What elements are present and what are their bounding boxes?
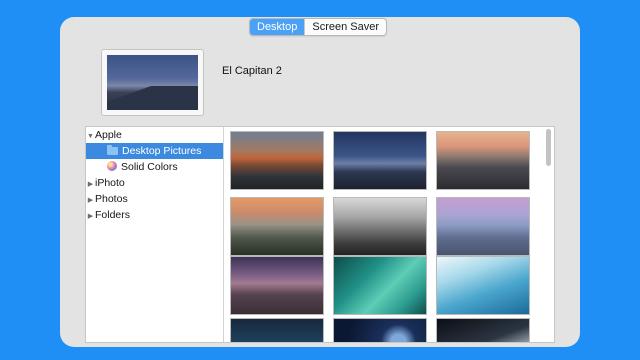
wallpaper-thumbnail[interactable] bbox=[230, 197, 324, 256]
wallpaper-thumbnail[interactable] bbox=[333, 131, 427, 190]
wallpaper-thumbnail[interactable] bbox=[230, 131, 324, 190]
folder-icon bbox=[107, 145, 118, 155]
sidebar-item-label: Photos bbox=[95, 193, 128, 205]
sidebar-item-label: iPhoto bbox=[95, 177, 125, 189]
current-wallpaper-preview bbox=[101, 49, 204, 116]
desktop-preferences-window: Desktop Screen Saver El Capitan 2 ▼Apple… bbox=[60, 17, 580, 347]
wallpaper-thumbnail[interactable] bbox=[333, 256, 427, 315]
sidebar-item-label: Desktop Pictures bbox=[122, 145, 202, 157]
sidebar-item-folders[interactable]: ▶ Folders bbox=[86, 207, 223, 223]
color-wheel-icon bbox=[107, 161, 117, 171]
sidebar-item-iphoto[interactable]: ▶ iPhoto bbox=[86, 175, 223, 191]
wallpaper-thumbnail[interactable] bbox=[230, 256, 324, 315]
sidebar-item-apple[interactable]: ▼Apple bbox=[86, 127, 223, 143]
sidebar-item-desktop-pictures[interactable]: Desktop Pictures bbox=[86, 143, 223, 159]
source-list: ▼Apple Desktop Pictures Solid Colors ▶ iP… bbox=[86, 127, 224, 342]
tab-screen-saver[interactable]: Screen Saver bbox=[304, 19, 386, 35]
picture-browser-panel: ▼Apple Desktop Pictures Solid Colors ▶ iP… bbox=[85, 126, 555, 343]
tab-desktop[interactable]: Desktop bbox=[250, 19, 305, 35]
sidebar-item-label: Folders bbox=[95, 209, 131, 221]
segmented-tabs: Desktop Screen Saver bbox=[249, 18, 388, 36]
wallpaper-thumbnail[interactable] bbox=[436, 318, 530, 342]
current-wallpaper-image bbox=[107, 55, 198, 110]
sidebar-item-label: Solid Colors bbox=[121, 161, 178, 173]
wallpaper-thumbnail[interactable] bbox=[436, 197, 530, 256]
sidebar-item-solid-colors[interactable]: Solid Colors bbox=[86, 159, 223, 175]
wallpaper-thumbnail[interactable] bbox=[333, 318, 427, 342]
wallpaper-thumbnail[interactable] bbox=[436, 131, 530, 190]
disclosure-closed-icon[interactable]: ▶ bbox=[86, 209, 95, 225]
wallpaper-grid bbox=[230, 131, 548, 342]
sidebar-item-label: Apple bbox=[95, 129, 122, 141]
scrollbar-thumb[interactable] bbox=[546, 129, 551, 166]
wallpaper-thumbnail[interactable] bbox=[333, 197, 427, 256]
wallpaper-thumbnail[interactable] bbox=[436, 256, 530, 315]
vertical-scrollbar[interactable] bbox=[545, 129, 552, 340]
wallpaper-thumbnail[interactable] bbox=[230, 318, 324, 342]
sidebar-item-photos[interactable]: ▶ Photos bbox=[86, 191, 223, 207]
current-wallpaper-name: El Capitan 2 bbox=[222, 65, 282, 77]
